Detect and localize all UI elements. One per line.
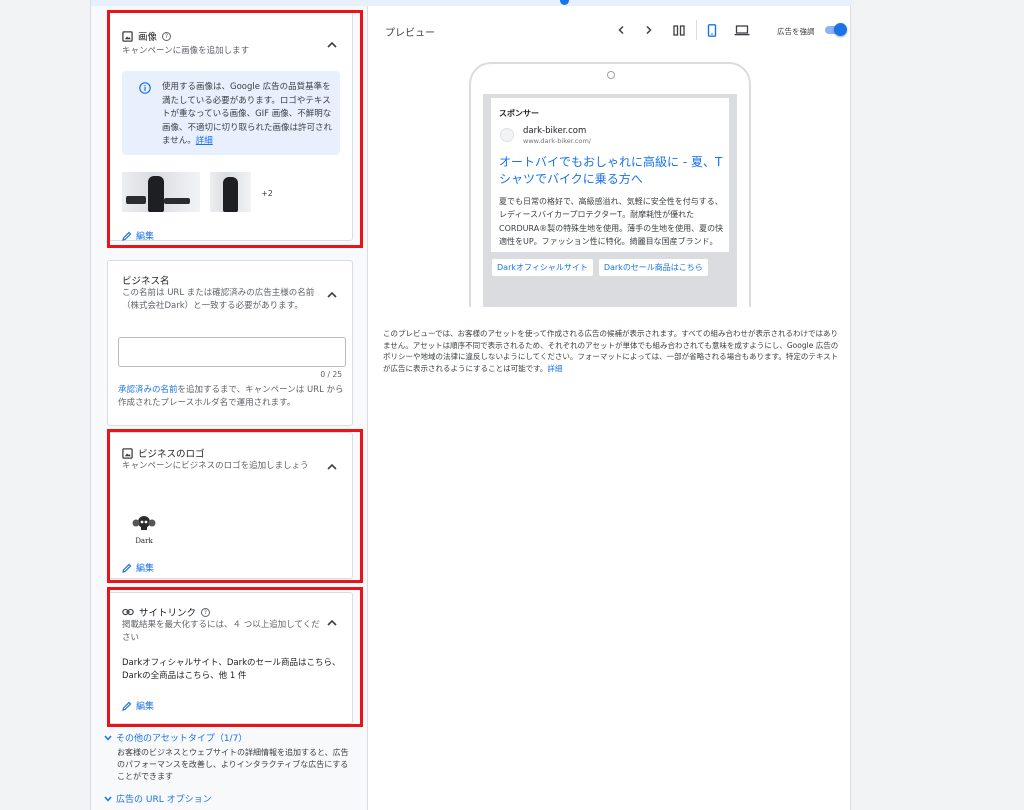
phone-preview: スポンサー dark-biker.com www.dark-biker.com/… <box>469 62 751 307</box>
outer-margin-left <box>0 0 90 810</box>
highlight-box <box>107 429 363 583</box>
ad-editor: 画像 ? キャンペーンに画像を追加します 使用する画像は、Google 広告の品… <box>90 0 852 810</box>
emphasize-ad-toggle[interactable] <box>823 23 847 36</box>
site-favicon <box>500 128 514 142</box>
business-name-note: 承認済みの名前を追加するまで、キャンペーンは URL から作成されたプレースホル… <box>118 385 344 408</box>
columns-icon <box>673 24 685 36</box>
emphasize-ad-label: 広告を強調 <box>777 27 815 36</box>
asset-panel: 画像 ? キャンペーンに画像を追加します 使用する画像は、Google 広告の品… <box>91 6 368 810</box>
chevron-left-icon <box>618 25 624 35</box>
preview-note: このプレビューでは、お客様のアセットを使って作成される広告の候補が表示されます。… <box>383 329 839 373</box>
business-name-subtitle: この名前は URL または確認済みの広告主様の名前（株式会社Dark）と一致する… <box>122 288 315 311</box>
char-counter: 0 / 25 <box>320 370 342 379</box>
ad-description: 夏でも日常の格好で、高級感溢れ、気軽に安全性を付与する、レディースバイカープロテ… <box>499 197 724 246</box>
business-name-title: ビジネス名 <box>122 276 170 287</box>
chevron-down-icon <box>104 796 112 802</box>
phone-screen: スポンサー dark-biker.com www.dark-biker.com/… <box>483 94 737 307</box>
preview-panel: プレビュー 広告を強調 スポンサー dark-biker.com www.dar… <box>369 6 850 810</box>
laptop-icon <box>734 24 750 35</box>
sponsor-label: スポンサー <box>499 109 539 118</box>
pause-button[interactable] <box>669 22 689 38</box>
chevron-up-icon[interactable] <box>326 290 338 300</box>
toolbar-divider <box>696 20 697 40</box>
business-name-input[interactable] <box>118 337 346 367</box>
other-assets-label: その他のアセットタイプ（1/7） <box>116 734 248 744</box>
highlight-box <box>107 587 363 727</box>
chevron-down-icon <box>104 735 112 741</box>
preview-title: プレビュー <box>385 28 435 39</box>
ad-display-url: www.dark-biker.com/ <box>523 137 591 145</box>
outer-margin-right <box>851 0 1024 810</box>
ad-sitelinks: Darkオフィシャルサイト Darkのセール商品はこちら <box>491 258 709 277</box>
approved-name-link[interactable]: 承認済みの名前 <box>118 385 178 395</box>
ad-headline[interactable]: オートバイでもおしゃれに高級に - 夏、Tシャツでバイクに乗る方へ <box>499 154 723 188</box>
other-assets-expander[interactable]: その他のアセットタイプ（1/7） <box>103 731 247 744</box>
ad-site-name: dark-biker.com <box>523 126 587 136</box>
other-assets-desc: お客様のビジネスとウェブサイトの詳細情報を追加すると、広告のパフォーマンスを改善… <box>117 748 349 781</box>
url-options-label: 広告の URL オプション <box>116 795 212 805</box>
url-options-expander[interactable]: 広告の URL オプション <box>103 792 212 805</box>
mobile-view-button[interactable] <box>703 22 721 38</box>
ad-sitelink[interactable]: Darkオフィシャルサイト <box>491 258 594 277</box>
chevron-right-icon <box>646 25 652 35</box>
business-name-card: ビジネス名 この名前は URL または確認済みの広告主様の名前（株式会社Dark… <box>107 260 353 426</box>
mobile-icon <box>707 23 717 37</box>
phone-camera <box>607 71 615 79</box>
status-dot <box>560 0 569 5</box>
highlight-box <box>107 10 363 248</box>
preview-details-link[interactable]: 詳細 <box>547 364 562 373</box>
ad-sitelink[interactable]: Darkのセール商品はこちら <box>597 258 709 277</box>
desktop-view-button[interactable] <box>731 22 753 38</box>
next-button[interactable] <box>641 22 657 38</box>
ad-preview: スポンサー dark-biker.com www.dark-biker.com/… <box>491 98 729 252</box>
prev-button[interactable] <box>613 22 629 38</box>
